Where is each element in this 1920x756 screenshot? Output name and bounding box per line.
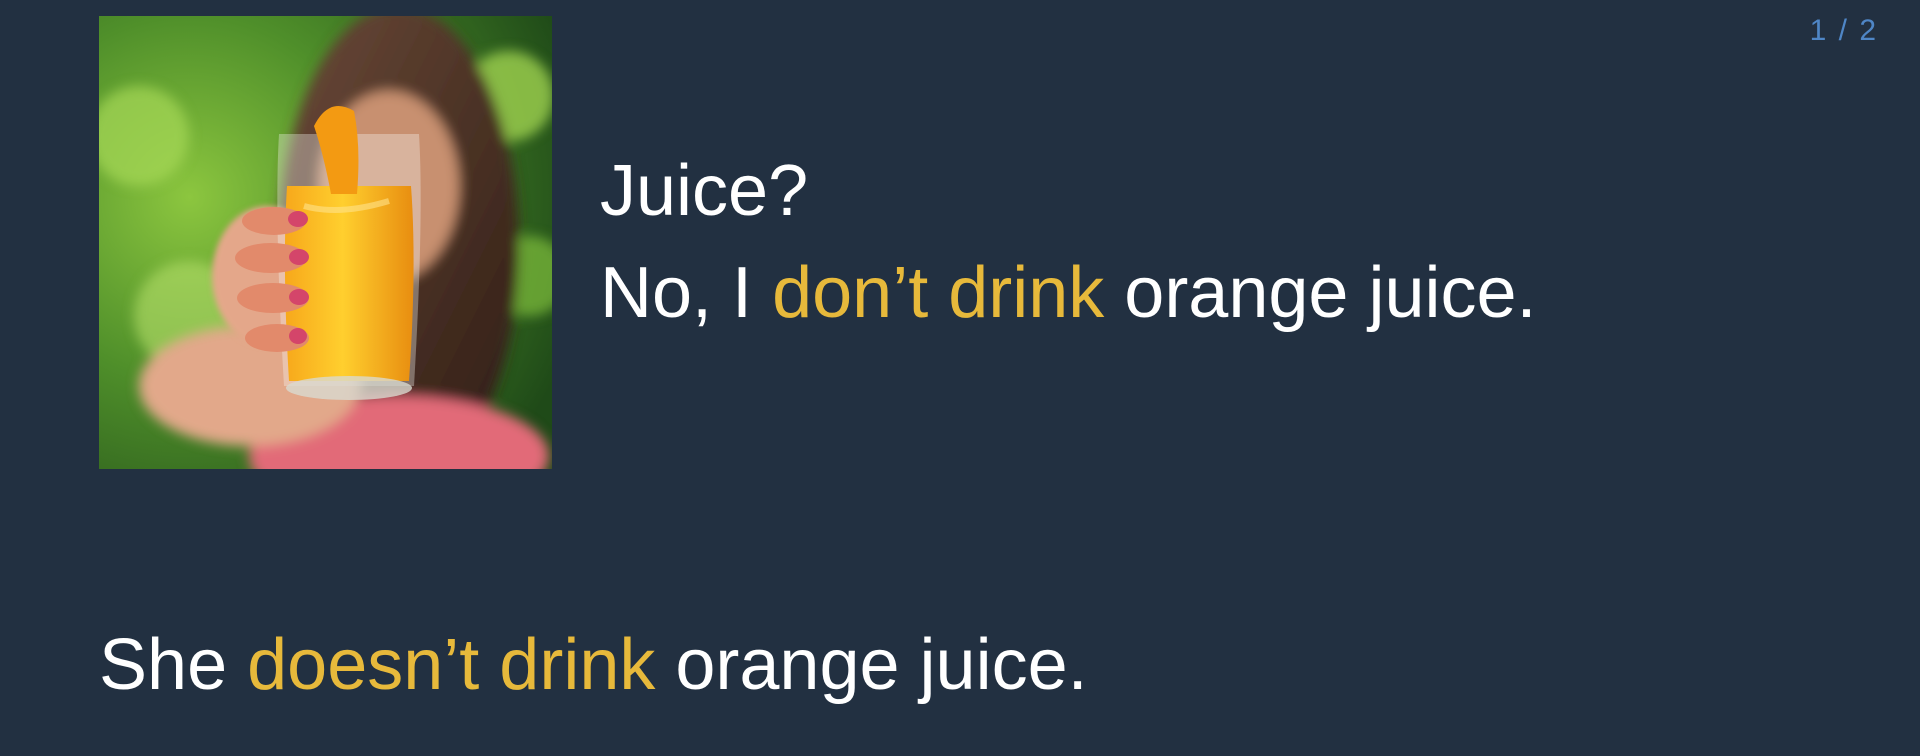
summary-sentence: She doesn’t drink orange juice. — [99, 615, 1088, 715]
summary-highlight: doesn’t drink — [247, 625, 656, 705]
slide-counter: 1 / 2 — [1809, 14, 1878, 47]
orange-juice-photo — [99, 16, 552, 469]
answer-text: No, I don’t drink orange juice. — [600, 242, 1537, 344]
summary-start: She — [99, 625, 248, 705]
answer-start: No, I — [600, 253, 773, 333]
dialog: Juice? No, I don’t drink orange juice. — [600, 140, 1537, 344]
summary-end: orange juice. — [655, 625, 1088, 705]
answer-highlight: don’t drink — [772, 253, 1105, 333]
answer-end: orange juice. — [1104, 253, 1537, 333]
question-text: Juice? — [600, 151, 809, 231]
